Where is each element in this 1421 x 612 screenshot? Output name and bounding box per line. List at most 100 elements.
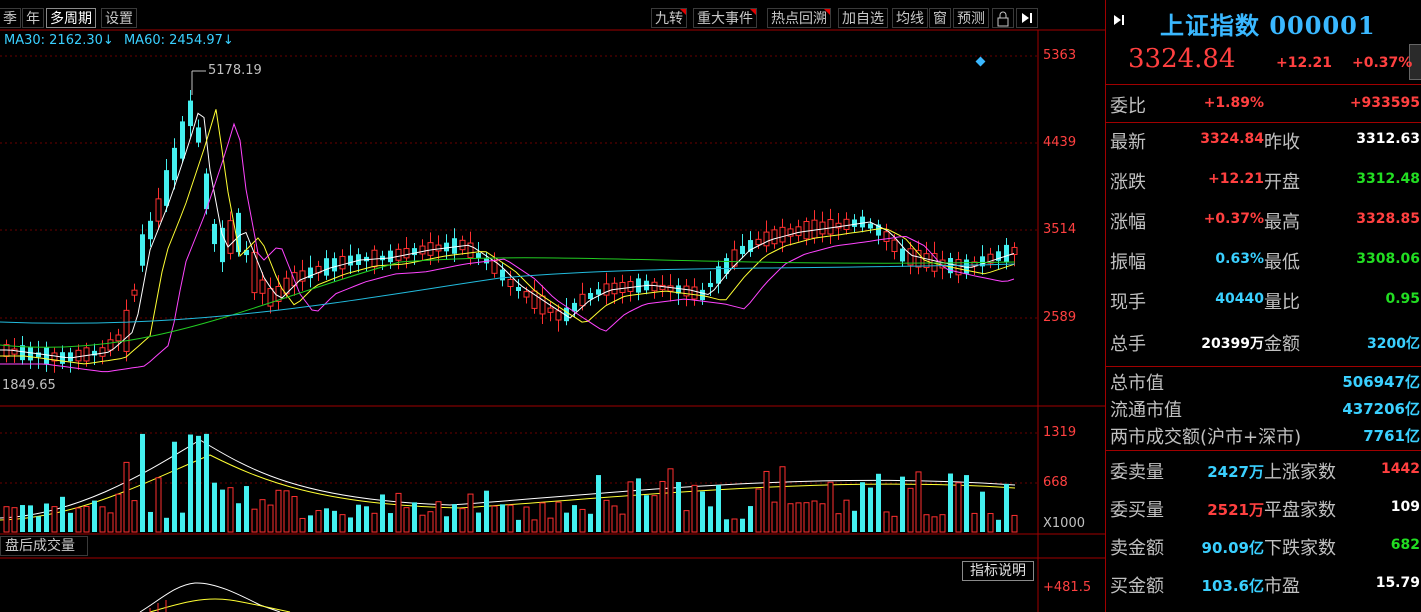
market-value: 7761亿 <box>1363 427 1420 445</box>
quote-value: +1.89% <box>1203 95 1264 111</box>
price-axis-label: 4439 <box>1043 135 1077 150</box>
candle <box>339 255 346 270</box>
quote-label: 总手 <box>1110 334 1146 355</box>
volume-bar <box>332 510 337 532</box>
order-label: 委卖量 <box>1110 462 1164 483</box>
candle <box>83 347 90 362</box>
order-row: 委卖量 2427万 上涨家数 1442 <box>1106 454 1421 494</box>
candle <box>516 286 521 292</box>
volume-bar <box>164 517 169 532</box>
candle <box>44 347 49 365</box>
index-price: 3324.84 <box>1128 44 1236 74</box>
volume-bar <box>371 512 378 533</box>
candle <box>196 127 201 143</box>
volume-bar <box>244 486 249 532</box>
kline-chart[interactable] <box>0 0 1105 612</box>
ma-line <box>0 257 1016 348</box>
candle <box>444 242 449 252</box>
volume-bar <box>868 487 873 532</box>
price-axis-label: 5363 <box>1043 48 1077 63</box>
volume-bar <box>923 514 930 533</box>
volume-bar <box>459 508 466 533</box>
volume-bar <box>955 482 962 533</box>
volume-bar <box>900 476 905 532</box>
indicator-help-button[interactable]: 指标说明 <box>962 561 1034 581</box>
candle <box>523 291 530 298</box>
volume-bar <box>819 503 826 533</box>
quote-label: 最高 <box>1264 212 1300 233</box>
volume-bar <box>435 501 442 533</box>
volume-bar <box>283 490 290 533</box>
volume-bar <box>188 434 193 532</box>
quote-label: 现手 <box>1110 292 1146 313</box>
order-value: 109 <box>1390 499 1420 515</box>
quote-value: 20399万 <box>1201 336 1264 352</box>
volume-bar <box>651 495 658 533</box>
order-label: 上涨家数 <box>1264 462 1336 483</box>
quote-label: 振幅 <box>1110 252 1146 273</box>
quote-value: +933595 <box>1349 95 1420 111</box>
quote-value: 3312.63 <box>1356 131 1420 147</box>
volume-bar <box>356 504 361 532</box>
candle <box>819 221 826 235</box>
volume-bar <box>724 519 729 532</box>
volume-bar <box>148 511 153 532</box>
after-hours-volume-tab[interactable]: 盘后成交量 <box>0 536 88 556</box>
candle <box>155 198 162 222</box>
volume-bar <box>980 491 985 532</box>
volume-bar <box>131 500 138 533</box>
volume-bar <box>196 435 201 532</box>
volume-bar <box>579 508 586 533</box>
volume-bar <box>251 508 258 533</box>
volume-bar <box>315 510 322 533</box>
volume-bar <box>308 515 313 532</box>
candle <box>99 347 106 357</box>
volume-bar <box>827 481 834 533</box>
collapse-panel-icon[interactable] <box>1112 12 1126 31</box>
volume-bar <box>883 511 890 533</box>
quote-value: 3312.48 <box>1356 171 1420 187</box>
volume-axis-label: 1319 <box>1043 425 1077 440</box>
volume-bar <box>948 473 953 532</box>
candle <box>220 227 225 263</box>
event-marker-icon[interactable] <box>975 56 986 67</box>
market-row: 两市成交额(沪市+深市) 7761亿 <box>1106 423 1421 449</box>
index-change-pct: +0.37% <box>1352 55 1413 71</box>
candle <box>459 239 466 251</box>
candle <box>907 248 914 266</box>
volume-bar <box>708 506 713 532</box>
volume-bar <box>227 487 234 533</box>
candle <box>259 279 266 294</box>
quote-label: 开盘 <box>1264 172 1300 193</box>
candle <box>860 216 865 228</box>
volume-bar <box>876 473 881 532</box>
order-value: 103.6亿 <box>1201 577 1264 595</box>
volume-bar <box>60 496 65 532</box>
volume-bar <box>843 499 850 533</box>
volume-bar <box>324 508 329 532</box>
volume-bar <box>787 503 794 533</box>
candle <box>60 352 65 364</box>
candle <box>603 283 610 296</box>
volume-bar <box>467 493 474 533</box>
volume-bar <box>523 506 530 533</box>
volume-bar <box>907 487 914 533</box>
volume-bar <box>516 519 521 532</box>
candle <box>724 258 729 274</box>
quote-label: 最新 <box>1110 132 1146 153</box>
volume-bar <box>939 514 946 533</box>
quote-value: 3324.84 <box>1200 131 1264 147</box>
quote-row: 振幅 0.63% 最低 3308.06 <box>1106 244 1421 284</box>
quote-value: 40440 <box>1215 291 1264 307</box>
candle <box>172 147 177 181</box>
candle <box>28 347 33 361</box>
candle <box>691 286 698 300</box>
candle <box>827 219 834 235</box>
candle <box>611 282 618 295</box>
volume-bar <box>1011 514 1018 533</box>
candle <box>452 238 457 254</box>
candle <box>212 223 217 245</box>
quote-value: 0.63% <box>1215 251 1264 267</box>
volume-bar <box>140 433 145 532</box>
price-axis-label: 2589 <box>1043 310 1077 325</box>
